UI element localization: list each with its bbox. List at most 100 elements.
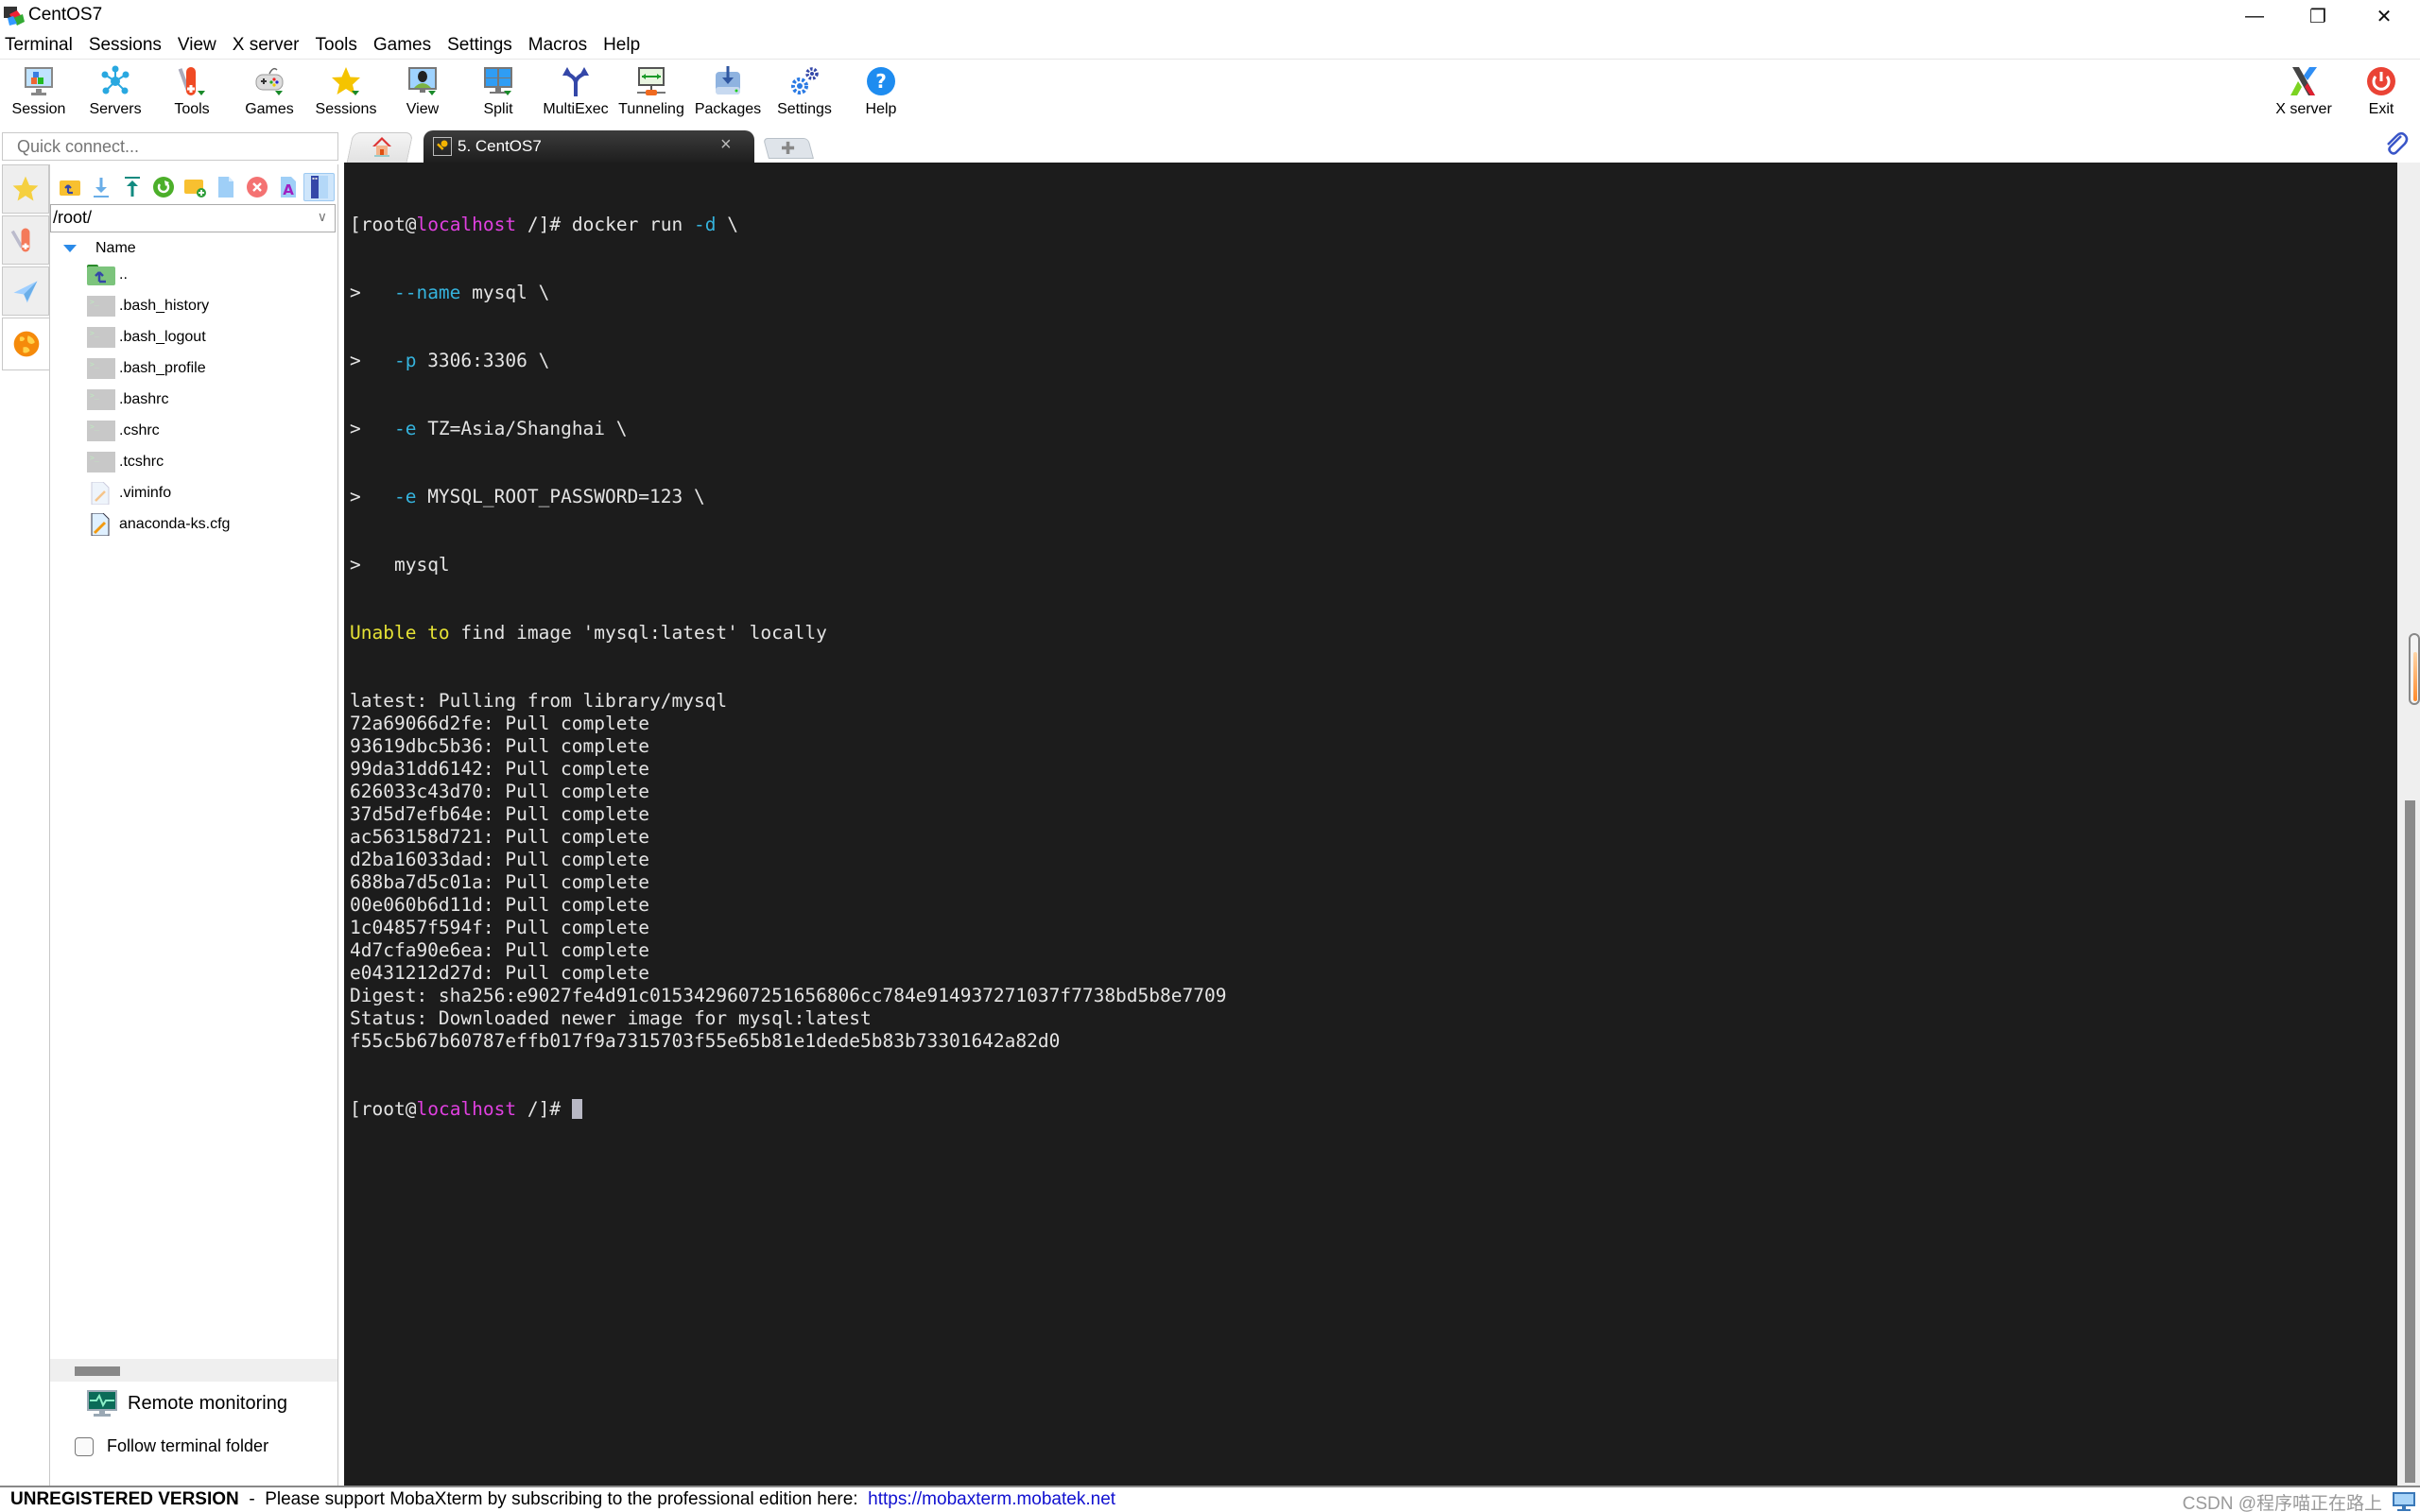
- terminal-line: 93619dbc5b36: Pull complete: [350, 735, 649, 757]
- toolbar-split-label: Split: [483, 101, 513, 117]
- scroll-position-indicator: [2409, 633, 2420, 705]
- file-panel-scrollbar[interactable]: [50, 1359, 337, 1382]
- upload-button[interactable]: [116, 173, 147, 201]
- menu-view[interactable]: View: [172, 35, 227, 56]
- file-row[interactable]: .viminfo: [86, 477, 332, 508]
- file-row[interactable]: >_ .bash_logout: [86, 321, 332, 352]
- sidebar-tab-sftp[interactable]: [2, 318, 49, 370]
- toolbar-sessions-button[interactable]: Sessions: [308, 60, 384, 127]
- paperclip-icon[interactable]: [2382, 130, 2409, 157]
- shell-file-icon: >_: [87, 295, 115, 317]
- delete-button[interactable]: [241, 173, 272, 201]
- tools-knife-icon: [178, 67, 205, 95]
- mobatek-link[interactable]: https://mobaxterm.mobatek.net: [868, 1489, 1115, 1510]
- follow-terminal-folder[interactable]: Follow terminal folder: [75, 1436, 268, 1456]
- toolbar-help-button[interactable]: ? Help: [843, 60, 919, 127]
- toolbar-games-button[interactable]: Games: [232, 60, 307, 127]
- new-file-icon: [217, 177, 233, 198]
- menu-settings[interactable]: Settings: [441, 35, 523, 56]
- star-icon: [12, 176, 39, 201]
- file-toolbar: A: [50, 170, 339, 204]
- toolbar-exit-label: Exit: [2368, 101, 2394, 117]
- toolbar-packages-button[interactable]: Packages: [690, 60, 766, 127]
- toolbar-packages-label: Packages: [694, 101, 762, 117]
- scrollbar-thumb[interactable]: [75, 1366, 120, 1376]
- toolbar-split-button[interactable]: Split: [460, 60, 536, 127]
- gamepad-icon: [255, 67, 284, 95]
- file-row[interactable]: >_ .bash_history: [86, 290, 332, 321]
- sidebar-tab-sessions[interactable]: [2, 164, 49, 214]
- svg-text:>_: >_: [90, 454, 99, 462]
- toolbar-x-server-button[interactable]: X server: [2266, 60, 2342, 127]
- toolbar-servers-button[interactable]: Servers: [78, 60, 153, 127]
- window-title: CentOS7: [28, 5, 103, 25]
- panel-layout-icon: [310, 176, 328, 198]
- toolbar-exit-button[interactable]: Exit: [2343, 60, 2419, 127]
- delete-icon: [246, 177, 268, 198]
- terminal-cursor: [571, 1099, 582, 1119]
- terminal-output[interactable]: [root@localhost /]# docker run -d \ > --…: [344, 163, 2397, 1486]
- tab-centos7-content[interactable]: 5. CentOS7: [433, 130, 745, 163]
- follow-terminal-folder-checkbox[interactable]: [75, 1436, 94, 1456]
- name-column-header[interactable]: Name: [63, 236, 136, 261]
- parent-folder-button[interactable]: [54, 173, 85, 201]
- menu-tools[interactable]: Tools: [310, 35, 368, 56]
- tab-close-icon[interactable]: ×: [720, 134, 732, 156]
- title-bar: CentOS7 — ❐ ✕: [0, 0, 2420, 32]
- toolbar-tools-button[interactable]: Tools: [154, 60, 230, 127]
- file-row[interactable]: anaconda-ks.cfg: [86, 508, 332, 540]
- terminal-line: 72a69066d2fe: Pull complete: [350, 713, 649, 734]
- toolbar-session-button[interactable]: Session: [1, 60, 77, 127]
- menu-macros[interactable]: Macros: [523, 35, 597, 56]
- file-row-parent[interactable]: ..: [86, 259, 332, 290]
- monitor-icon[interactable]: [2392, 1491, 2416, 1512]
- minimize-button[interactable]: —: [2221, 0, 2288, 32]
- terminal-line: > -e MYSQL_ROOT_PASSWORD=123 \: [350, 486, 705, 507]
- sidebar-tabs: [0, 163, 49, 1486]
- menu-games[interactable]: Games: [368, 35, 441, 56]
- minimize-icon: —: [2245, 5, 2264, 26]
- home-icon: [372, 137, 391, 157]
- menu-sessions[interactable]: Sessions: [83, 35, 172, 56]
- toolbar-multiexec-button[interactable]: MultiExec: [538, 60, 614, 127]
- scrollbar-thumb[interactable]: [2405, 800, 2415, 1483]
- new-file-button[interactable]: [210, 173, 241, 201]
- svg-text:>_: >_: [90, 298, 99, 306]
- close-button[interactable]: ✕: [2351, 0, 2417, 32]
- toggle-panel-button[interactable]: [303, 173, 335, 201]
- file-row[interactable]: >_ .bashrc: [86, 384, 332, 415]
- file-name: .bash_profile: [119, 359, 206, 376]
- new-tab-button[interactable]: ✚: [763, 138, 814, 159]
- remote-monitoring-button[interactable]: Remote monitoring: [86, 1389, 287, 1418]
- session-tab-bar: 5. CentOS7 × ✚: [342, 127, 2420, 163]
- file-name: .cshrc: [119, 421, 160, 438]
- path-dropdown[interactable]: /root/ ∨: [50, 204, 336, 232]
- sidebar-tab-macros[interactable]: [2, 266, 49, 316]
- toolbar-tools-label: Tools: [174, 101, 210, 117]
- quick-connect-input[interactable]: [2, 132, 338, 161]
- terminal-line: Unable to find image 'mysql:latest' loca…: [350, 622, 827, 644]
- menu-help[interactable]: Help: [597, 35, 650, 56]
- rename-button[interactable]: A: [272, 173, 303, 201]
- refresh-button[interactable]: [147, 173, 179, 201]
- new-folder-icon: [183, 180, 206, 198]
- menu-terminal[interactable]: Terminal: [0, 35, 83, 56]
- terminal-scrollbar[interactable]: [2397, 163, 2420, 1486]
- sidebar-tab-tools[interactable]: [2, 215, 49, 265]
- file-row[interactable]: >_ .bash_profile: [86, 352, 332, 384]
- download-button[interactable]: [85, 173, 116, 201]
- file-row[interactable]: >_ .cshrc: [86, 415, 332, 446]
- new-folder-button[interactable]: [179, 173, 210, 201]
- terminal-line: > -p 3306:3306 \: [350, 350, 550, 371]
- current-path: /root/: [53, 208, 93, 227]
- upload-icon: [124, 177, 140, 197]
- parent-folder-icon: [87, 264, 115, 285]
- menu-x-server[interactable]: X server: [227, 35, 310, 56]
- toolbar-view-button[interactable]: View: [385, 60, 460, 127]
- toolbar-tunneling-button[interactable]: Tunneling: [614, 60, 689, 127]
- file-name: .viminfo: [119, 484, 172, 501]
- terminal-line: > mysql: [350, 554, 450, 576]
- toolbar-settings-button[interactable]: Settings: [767, 60, 842, 127]
- file-row[interactable]: >_ .tcshrc: [86, 446, 332, 477]
- maximize-button[interactable]: ❐: [2285, 0, 2351, 32]
